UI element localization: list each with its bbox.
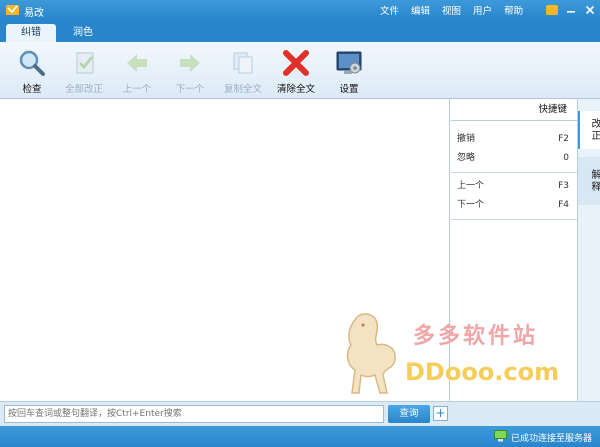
shortcut-key: F3 [558,181,569,191]
prev-label: 上一个 [122,84,152,95]
shortcut-label: 下一个 [457,200,485,210]
fix-all-button[interactable]: 全部改正 [58,48,110,95]
copy-all-label: 复制全文 [223,84,262,95]
close-icon[interactable] [583,3,596,16]
copy-icon [233,52,253,74]
check-button[interactable]: 检查 [6,48,58,95]
divider [451,219,577,220]
fix-all-label: 全部改正 [64,84,103,95]
shortcut-row: 忽略 0 [451,149,577,168]
expand-button[interactable]: + [433,406,448,421]
menu-help[interactable]: 帮助 [504,3,523,17]
shortcut-row: 下一个 F4 [451,196,577,215]
status-bar: 已成功连接至服务器 [0,426,600,447]
next-button[interactable]: 下一个 [164,48,216,95]
toolbar: 检查 全部改正 上一个 下一个 复制全文 清除全文 设置 [0,42,600,99]
document-check-icon [76,52,94,74]
menu-user[interactable]: 用户 [473,3,492,17]
side-tab-correct[interactable]: 改正 [578,111,600,149]
window-controls [546,3,596,16]
shortcut-panel-title: 快捷键 [451,99,577,121]
minimize-icon[interactable] [564,3,577,16]
clear-all-label: 清除全文 [276,84,315,95]
skin-icon[interactable] [546,4,558,15]
search-input[interactable] [4,405,384,423]
monitor-gear-icon [336,51,362,74]
shortcut-label: 上一个 [457,181,485,191]
shortcut-key: F4 [558,200,569,210]
clear-all-button[interactable]: 清除全文 [270,48,322,95]
settings-label: 设置 [339,84,359,95]
tab-bar: 纠错 润色 [0,20,600,42]
arrow-left-icon [127,54,147,72]
menu-edit[interactable]: 编辑 [411,3,430,17]
red-x-icon [283,50,309,76]
settings-button[interactable]: 设置 [323,48,375,95]
shortcut-row: 撤销 F2 [451,130,577,149]
check-label: 检查 [22,84,42,95]
side-tab-bar: 改正 解释 [577,99,600,401]
search-bar: 查询 + [0,401,600,426]
copy-all-button[interactable]: 复制全文 [217,48,269,95]
side-tab-explain[interactable]: 解释 [578,157,600,205]
shortcut-label: 撤销 [457,134,476,144]
tab-polish[interactable]: 润色 [58,24,108,42]
menu-view[interactable]: 视图 [442,3,461,17]
shortcut-key: 0 [563,153,569,163]
app-title: 易改 [24,8,44,19]
title-bar: 易改 文件 编辑 视图 用户 帮助 [0,0,600,20]
prev-button[interactable]: 上一个 [111,48,163,95]
shortcut-label: 忽略 [457,153,476,163]
divider [451,172,577,173]
app-logo-icon [6,5,19,15]
magnifier-icon [19,50,45,76]
shortcut-row: 上一个 F3 [451,177,577,196]
status-text: 已成功连接至服务器 [511,434,593,444]
connection-icon [494,430,507,442]
tab-correction[interactable]: 纠错 [6,24,56,42]
menu-file[interactable]: 文件 [380,3,399,17]
shortcut-panel: 快捷键 撤销 F2 忽略 0 上一个 F3 下一个 F4 [451,99,577,401]
text-editor[interactable] [0,99,450,401]
menu-bar: 文件 编辑 视图 用户 帮助 [380,3,523,17]
next-label: 下一个 [175,84,205,95]
query-button[interactable]: 查询 [388,405,430,423]
shortcut-key: F2 [558,134,569,144]
arrow-right-icon [180,54,200,72]
